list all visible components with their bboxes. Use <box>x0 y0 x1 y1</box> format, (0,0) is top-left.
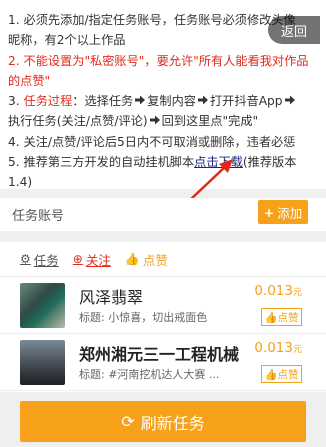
task-price: 0.013元 <box>254 283 302 299</box>
tab-task-label: 任务 <box>33 252 59 268</box>
task-price-unit: 元 <box>292 345 302 355</box>
task-account-bar: 任务账号 + 添加 <box>0 198 326 231</box>
add-account-label: 添加 <box>277 205 303 221</box>
task-thumbnail <box>20 283 65 328</box>
tab-like[interactable]: 👍 点赞 <box>125 250 168 269</box>
task-tabs: ⚙ 任务 ⊕ 关注 👍 点赞 <box>0 242 326 277</box>
notice-text: 5. 推荐第三方开发的自动挂机脚本 <box>8 155 195 170</box>
notice-line-9: 1.4) <box>8 172 316 192</box>
thumbs-up-icon: 👍 <box>124 252 140 266</box>
arrow-right-icon <box>135 95 146 105</box>
notice-line-7: 4. 关注/点赞/评论后5日内不可取消或删除，违者必惩 <box>8 132 316 152</box>
refresh-icon: ⟳ <box>121 412 135 431</box>
arrow-right-icon <box>284 95 295 105</box>
task-thumbnail <box>20 340 65 385</box>
notice-text: 复制内容 <box>147 94 196 109</box>
like-button[interactable]: 👍 点赞 <box>261 308 302 326</box>
arrow-right-icon <box>197 95 208 105</box>
thumbs-up-icon: 👍 <box>264 368 278 381</box>
task-list-panel: ⚙ 任务 ⊕ 关注 👍 点赞 风泽翡翠 标题: 小惊喜，切出戒面色 0.013元… <box>0 242 326 392</box>
notice-text: 4. 关注/点赞/评论后5日内不可取消或删除，违者必惩 <box>8 134 296 149</box>
plus-circle-icon: ⊕ <box>72 252 83 266</box>
tab-follow-label: 关注 <box>85 252 111 268</box>
back-button-label: 返回 <box>280 24 307 40</box>
tab-follow[interactable]: ⊕ 关注 <box>73 250 111 269</box>
tab-task[interactable]: ⚙ 任务 <box>20 250 59 269</box>
add-account-button[interactable]: + 添加 <box>258 200 308 224</box>
gear-icon: ⚙ <box>20 252 31 266</box>
notice-line-4: 的点赞" <box>8 71 316 91</box>
refresh-tasks-button[interactable]: ⟳ 刷新任务 <box>20 401 306 442</box>
like-button[interactable]: 👍 点赞 <box>261 365 302 383</box>
task-price-value: 0.013 <box>254 283 293 299</box>
notice-text: (推荐版本 <box>242 155 297 170</box>
task-row[interactable]: 郑州湘元三一工程机械 标题: #河南挖机达人大赛 ... 0.013元 👍 点赞 <box>0 334 326 391</box>
notice-text: 1. 必须先添加/指定任务账号，任务账号必须修改头像 <box>8 13 296 27</box>
task-account-title: 任务账号 <box>12 209 65 224</box>
notice-warning-text: 2. 不能设置为"私密账号"，要允许"所有人能看我对作品 <box>8 53 309 68</box>
arrow-right-icon <box>149 115 160 125</box>
task-title: 郑州湘元三一工程机械 <box>79 345 240 364</box>
notice-text: 3. <box>8 94 24 109</box>
notice-text: 打开抖音App <box>209 94 283 109</box>
task-subtitle: 标题: #河南挖机达人大赛 ... <box>79 368 220 381</box>
notice-text: 回到这里点"完成" <box>161 114 259 129</box>
task-row[interactable]: 风泽翡翠 标题: 小惊喜，切出戒面色 0.013元 👍 点赞 <box>0 277 326 334</box>
notice-text: 昵称，有2个以上作品 <box>8 33 126 48</box>
thumbs-up-icon: 👍 <box>264 311 278 324</box>
task-price-value: 0.013 <box>254 340 293 356</box>
notice-text: 执行任务(关注/点赞/评论) <box>8 114 148 129</box>
tab-like-label: 点赞 <box>142 252 168 268</box>
notice-text: ：选择任务 <box>72 94 134 109</box>
notice-line-6: 执行任务(关注/点赞/评论) 回到这里点"完成" <box>8 111 316 131</box>
like-button-label: 点赞 <box>277 311 299 324</box>
notice-warning-text: 的点赞" <box>8 73 51 88</box>
back-button[interactable]: 返回 <box>268 16 320 44</box>
task-price: 0.013元 <box>254 340 302 356</box>
notice-line-8: 5. 推荐第三方开发的自动挂机脚本点击下载(推荐版本 <box>8 152 316 172</box>
notice-text: 1.4) <box>8 175 33 190</box>
plus-icon: + <box>263 204 275 220</box>
task-price-unit: 元 <box>292 288 302 298</box>
task-title: 风泽翡翠 <box>79 288 144 307</box>
notice-line-5: 3. 任务过程：选择任务 复制内容 打开抖音App <box>8 91 316 111</box>
refresh-tasks-label: 刷新任务 <box>140 413 205 433</box>
task-process-tag: 任务过程 <box>23 94 73 109</box>
task-subtitle: 标题: 小惊喜，切出戒面色 <box>79 311 208 324</box>
notice-line-3: 2. 不能设置为"私密账号"，要允许"所有人能看我对作品 <box>8 51 316 71</box>
like-button-label: 点赞 <box>277 368 299 381</box>
download-link[interactable]: 点击下载 <box>194 155 243 169</box>
